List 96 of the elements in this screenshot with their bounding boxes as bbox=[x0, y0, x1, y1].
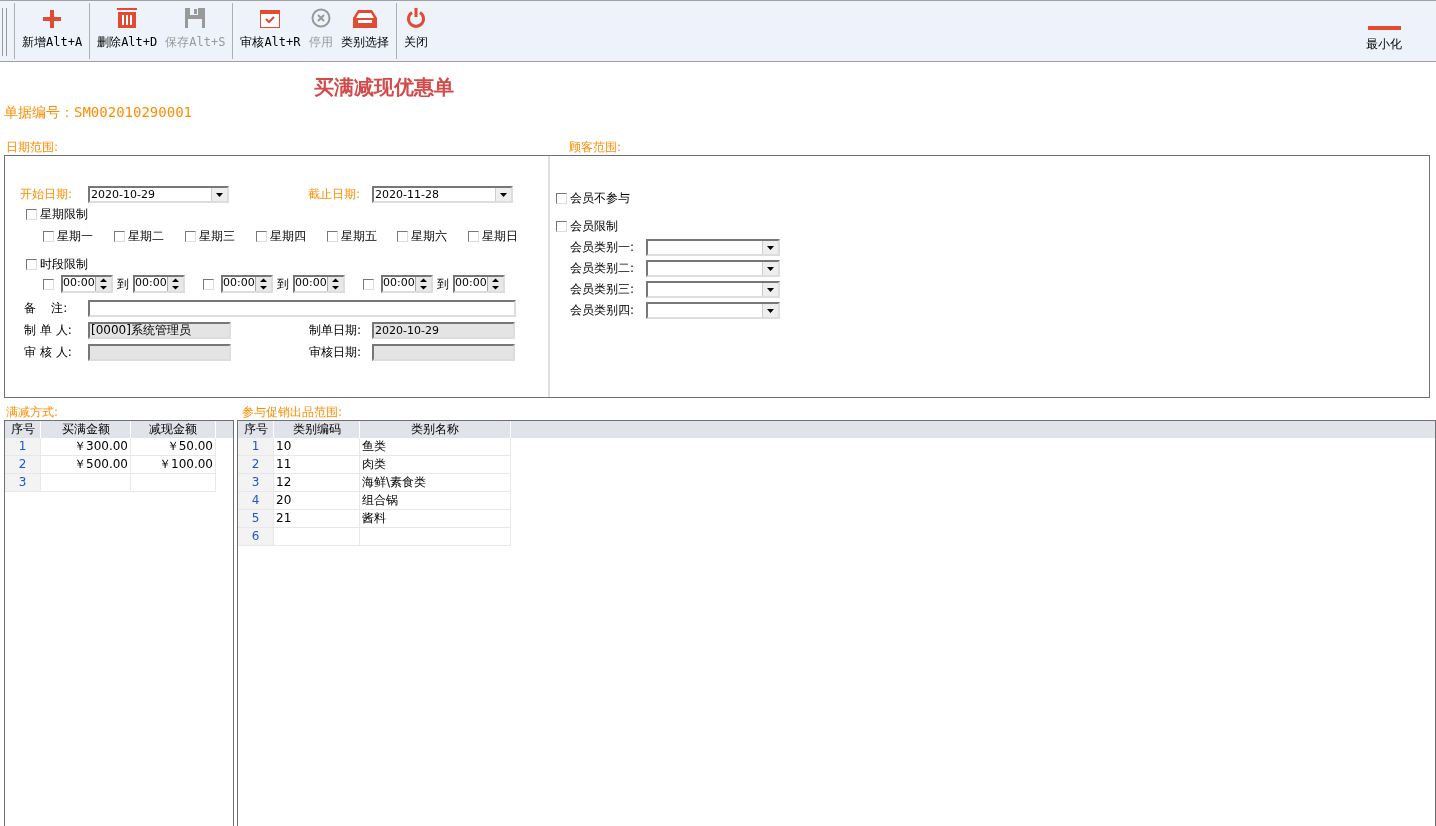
time-spinner[interactable]: 00:00 bbox=[133, 275, 185, 293]
field-label: 会员类别一: bbox=[570, 239, 636, 256]
row-number: 6 bbox=[238, 528, 274, 546]
remark-field[interactable] bbox=[88, 300, 516, 317]
field-label: 制 单 人: bbox=[24, 322, 73, 339]
dropdown-arrow-icon bbox=[767, 266, 774, 271]
column-header: 买满金额 bbox=[41, 421, 131, 438]
field-label: 会员类别二: bbox=[570, 260, 636, 277]
table-cell: ￥100.00 bbox=[131, 456, 216, 474]
field-label: 制单日期: bbox=[309, 322, 363, 339]
checkbox[interactable]: 会员不参与 bbox=[556, 190, 630, 207]
column-header: 类别名称 bbox=[360, 421, 511, 438]
field-label: 备 注: bbox=[24, 300, 69, 317]
table-cell: 21 bbox=[274, 510, 360, 528]
checkbox[interactable]: 会员限制 bbox=[556, 218, 618, 235]
power-icon bbox=[405, 8, 426, 28]
floppy-disk-icon bbox=[185, 8, 206, 28]
time-spinner[interactable]: 00:00 bbox=[381, 275, 433, 293]
table-cell: 海鲜\素食类 bbox=[360, 474, 511, 492]
range-separator: 到 bbox=[117, 275, 129, 293]
table-cell: 鱼类 bbox=[360, 438, 511, 456]
dropdown-arrow-icon bbox=[767, 287, 774, 292]
row-number: 5 bbox=[238, 510, 274, 528]
field-label: 审核日期: bbox=[309, 344, 363, 361]
dropdown[interactable] bbox=[646, 281, 780, 298]
date-picker[interactable]: 2020-10-29 bbox=[88, 186, 229, 203]
time-spinner[interactable]: 00:00 bbox=[221, 275, 273, 293]
column-header: 类别编码 bbox=[274, 421, 360, 438]
time-spinner[interactable]: 00:00 bbox=[61, 275, 113, 293]
checkbox[interactable]: 星期日 bbox=[468, 228, 518, 245]
column-header: 减现金额 bbox=[131, 421, 216, 438]
trash-icon bbox=[117, 8, 138, 28]
checkbox[interactable]: 星期限制 bbox=[26, 206, 88, 223]
checkbox[interactable] bbox=[363, 278, 377, 290]
checkbox[interactable]: 星期四 bbox=[256, 228, 306, 245]
readonly-field: 2020-10-29 bbox=[372, 322, 515, 339]
toolbar-button[interactable]: 关闭 bbox=[399, 3, 432, 59]
row-number: 3 bbox=[5, 474, 41, 492]
table-cell: 肉类 bbox=[360, 456, 511, 474]
dropdown-arrow-icon bbox=[767, 245, 774, 250]
checkbox[interactable]: 星期三 bbox=[185, 228, 235, 245]
table-cell: 组合锅 bbox=[360, 492, 511, 510]
field-label: 会员类别四: bbox=[570, 302, 636, 319]
checkbox[interactable]: 星期一 bbox=[43, 228, 93, 245]
table-cell: 11 bbox=[274, 456, 360, 474]
field-label: 截止日期: bbox=[308, 186, 362, 203]
dropdown[interactable] bbox=[646, 239, 780, 256]
section-legend: 参与促销出品范围: bbox=[236, 405, 343, 419]
row-number: 4 bbox=[238, 492, 274, 510]
checkbox[interactable]: 时段限制 bbox=[26, 256, 88, 273]
dropdown-arrow-icon bbox=[216, 192, 223, 197]
plus-icon bbox=[43, 10, 62, 28]
circle-x-icon bbox=[310, 8, 331, 28]
row-number: 1 bbox=[238, 438, 274, 456]
checkbox[interactable] bbox=[43, 278, 57, 290]
checkbox[interactable]: 星期二 bbox=[114, 228, 164, 245]
row-number: 2 bbox=[5, 456, 41, 474]
checkbox[interactable]: 星期五 bbox=[327, 228, 377, 245]
date-picker[interactable]: 2020-11-28 bbox=[372, 186, 513, 203]
dropdown[interactable] bbox=[646, 260, 780, 277]
row-number: 2 bbox=[238, 456, 274, 474]
toolbar-button[interactable]: 删除Alt+D bbox=[93, 3, 162, 59]
table-cell: ￥300.00 bbox=[41, 438, 131, 456]
minimize-icon bbox=[1367, 26, 1401, 30]
field-label: 开始日期: bbox=[20, 186, 74, 203]
table-cell: 10 bbox=[274, 438, 360, 456]
row-number: 3 bbox=[238, 474, 274, 492]
checkbox[interactable] bbox=[203, 278, 217, 290]
calendar-check-icon bbox=[260, 10, 281, 28]
table-cell: ￥50.00 bbox=[131, 438, 216, 456]
time-spinner[interactable]: 00:00 bbox=[453, 275, 505, 293]
section-legend: 满减方式: bbox=[0, 405, 236, 419]
dropdown-arrow-icon bbox=[767, 308, 774, 313]
table-cell: 20 bbox=[274, 492, 360, 510]
form-title: 买满减现优惠单 bbox=[313, 74, 455, 100]
section-legend: 顾客范围: bbox=[563, 140, 622, 154]
field-label: 审 核 人: bbox=[24, 344, 73, 361]
field-label: 会员类别三: bbox=[570, 281, 636, 298]
section-legend: 日期范围: bbox=[0, 140, 563, 154]
table-cell: 酱料 bbox=[360, 510, 511, 528]
range-separator: 到 bbox=[437, 275, 449, 293]
dropdown-arrow-icon bbox=[500, 192, 507, 197]
checkbox[interactable]: 星期六 bbox=[397, 228, 447, 245]
time-spinner[interactable]: 00:00 bbox=[293, 275, 345, 293]
minimize-button[interactable]: 最小化 bbox=[1362, 1, 1406, 61]
table-cell: ￥500.00 bbox=[41, 456, 131, 474]
toolbar-button[interactable]: 类别选择 bbox=[336, 3, 393, 59]
toolbar-button[interactable]: 审核Alt+R bbox=[236, 3, 305, 59]
inbox-tray-icon bbox=[352, 10, 377, 28]
dropdown[interactable] bbox=[646, 302, 780, 319]
range-separator: 到 bbox=[277, 275, 289, 293]
readonly-field: [0000]系统管理员 bbox=[88, 322, 231, 339]
document-number: 单据编号：SM002010290001 bbox=[3, 103, 193, 122]
row-number: 1 bbox=[5, 438, 41, 456]
table-cell: 12 bbox=[274, 474, 360, 492]
toolbar-button[interactable]: 新增Alt+A bbox=[18, 3, 87, 59]
